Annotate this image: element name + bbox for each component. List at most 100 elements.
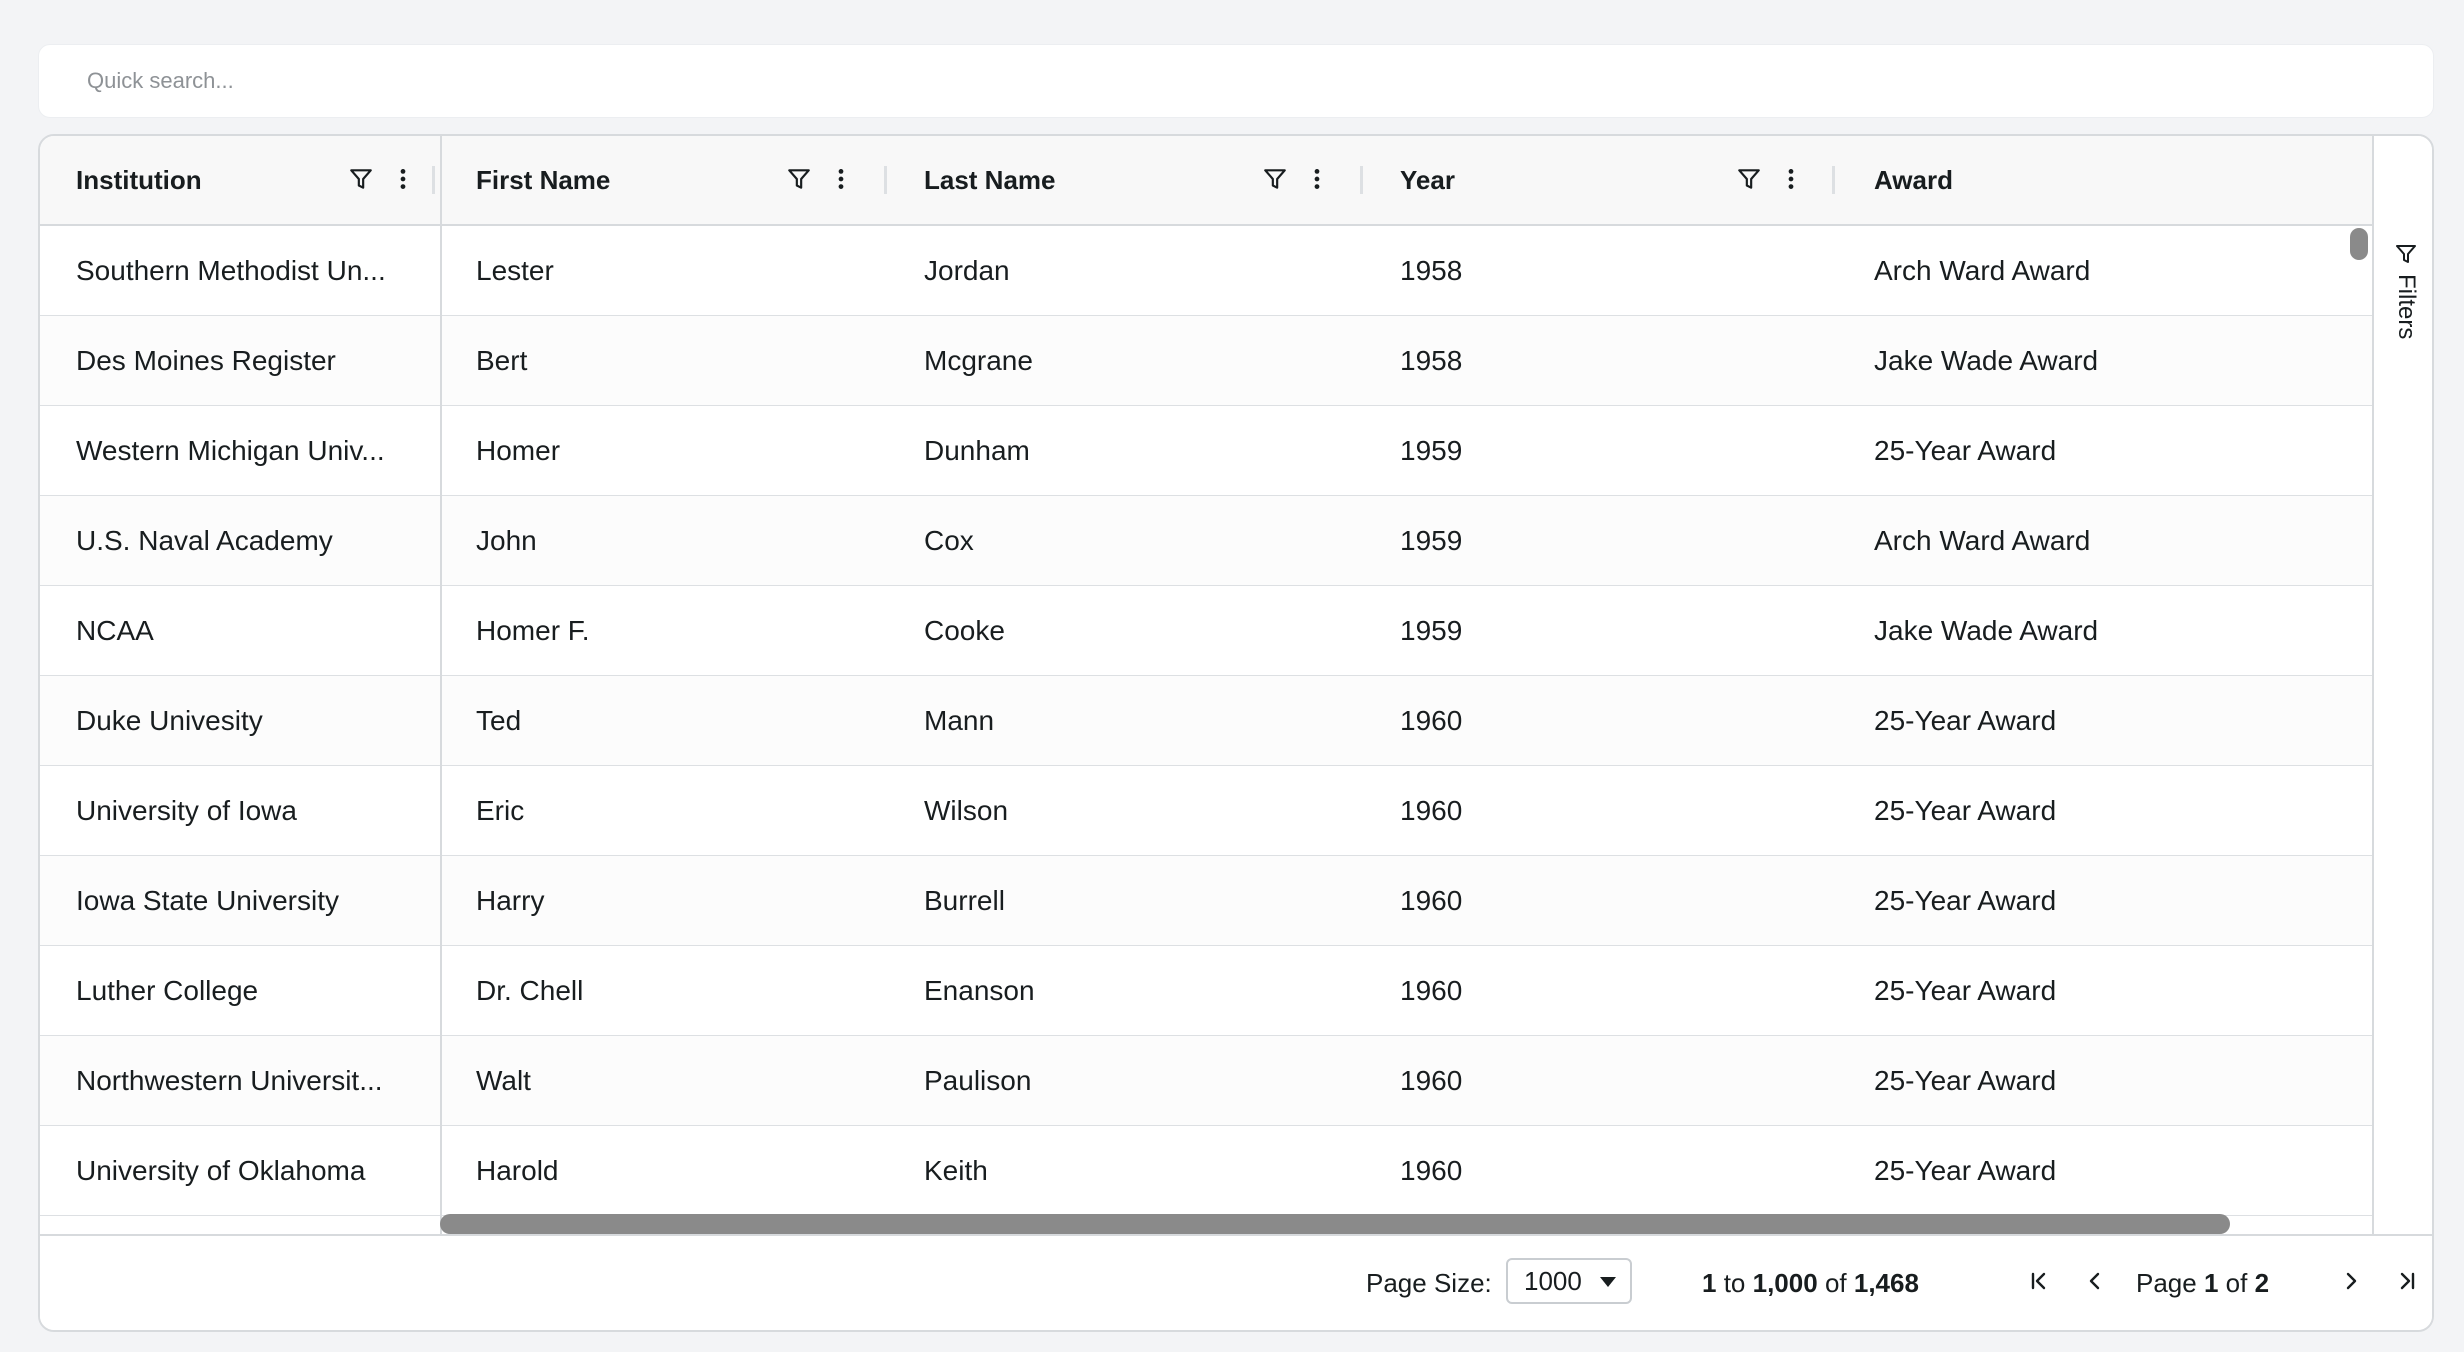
first-page-button[interactable] xyxy=(2024,1266,2054,1296)
cell-last-name[interactable]: Dunham xyxy=(924,406,1364,495)
quick-search-input[interactable] xyxy=(39,45,2433,117)
cell-first-name[interactable]: Homer xyxy=(476,406,896,495)
cell-institution[interactable]: Iowa State University xyxy=(76,856,440,945)
column-menu-icon[interactable] xyxy=(388,164,418,194)
cell-award[interactable]: 25-Year Award xyxy=(1874,856,2334,945)
cell-first-name[interactable]: Bert xyxy=(476,316,896,405)
cell-institution[interactable]: Northwestern Universit... xyxy=(76,1036,440,1125)
range-to: to xyxy=(1723,1268,1746,1298)
table-row[interactable]: Iowa State University Harry Burrell 1960 25-… xyxy=(40,856,2372,946)
next-page-button[interactable] xyxy=(2336,1266,2366,1296)
cell-institution[interactable]: Luther College xyxy=(76,946,440,1035)
caret-down-icon xyxy=(1600,1277,1616,1287)
cell-award[interactable]: Arch Ward Award xyxy=(1874,496,2334,585)
cell-award[interactable]: 25-Year Award xyxy=(1874,1126,2334,1215)
filter-icon[interactable] xyxy=(1734,164,1764,194)
cell-first-name[interactable]: John xyxy=(476,496,896,585)
table-row[interactable]: University of Iowa Eric Wilson 1960 25-Year … xyxy=(40,766,2372,856)
filter-icon[interactable] xyxy=(1260,164,1290,194)
cell-first-name[interactable]: Homer F. xyxy=(476,586,896,675)
cell-award[interactable]: Jake Wade Award xyxy=(1874,316,2334,405)
vertical-scrollbar[interactable] xyxy=(2350,228,2368,260)
column-resize-handle[interactable] xyxy=(1832,166,1835,194)
column-resize-handle[interactable] xyxy=(432,166,435,194)
grid-viewport: Institution First Name Last Name Year Award … xyxy=(40,136,2372,1234)
table-row[interactable]: University of Oklahoma Harold Keith 1960 25-… xyxy=(40,1126,2372,1216)
last-page-button[interactable] xyxy=(2392,1266,2422,1296)
column-menu-icon[interactable] xyxy=(1302,164,1332,194)
cell-last-name[interactable]: Wilson xyxy=(924,766,1364,855)
table-row[interactable]: Duke Univesity Ted Mann 1960 25-Year Award xyxy=(40,676,2372,766)
quick-search-box[interactable] xyxy=(38,44,2434,118)
cell-year[interactable]: 1960 xyxy=(1400,946,1840,1035)
column-header-award[interactable]: Award xyxy=(40,136,2372,224)
cell-year[interactable]: 1960 xyxy=(1400,676,1840,765)
cell-institution[interactable]: Southern Methodist Un... xyxy=(76,226,440,315)
cell-first-name[interactable]: Dr. Chell xyxy=(476,946,896,1035)
table-row[interactable]: Western Michigan Univ... Homer Dunham 1959 2… xyxy=(40,406,2372,496)
cell-institution[interactable]: Duke Univesity xyxy=(76,676,440,765)
table-row[interactable]: U.S. Naval Academy John Cox 1959 Arch Ward A… xyxy=(40,496,2372,586)
cell-award[interactable]: Jake Wade Award xyxy=(1874,586,2334,675)
side-panel: Filters xyxy=(2372,136,2432,1234)
cell-award[interactable]: 25-Year Award xyxy=(1874,766,2334,855)
cell-first-name[interactable]: Harold xyxy=(476,1126,896,1215)
horizontal-scrollbar[interactable] xyxy=(440,1214,2230,1234)
previous-page-button[interactable] xyxy=(2080,1266,2110,1296)
column-resize-handle[interactable] xyxy=(884,166,887,194)
cell-institution[interactable]: University of Oklahoma xyxy=(76,1126,440,1215)
cell-year[interactable]: 1959 xyxy=(1400,406,1840,495)
column-header-year[interactable]: Year xyxy=(40,136,2372,224)
cell-award[interactable]: 25-Year Award xyxy=(1874,676,2334,765)
table-row[interactable]: NCAA Homer F. Cooke 1959 Jake Wade Award xyxy=(40,586,2372,676)
cell-last-name[interactable]: Cooke xyxy=(924,586,1364,675)
column-header-label: First Name xyxy=(476,165,611,195)
cell-last-name[interactable]: Paulison xyxy=(924,1036,1364,1125)
cell-award[interactable]: Arch Ward Award xyxy=(1874,226,2334,315)
cell-year[interactable]: 1960 xyxy=(1400,1126,1840,1215)
cell-last-name[interactable]: Jordan xyxy=(924,226,1364,315)
column-resize-handle[interactable] xyxy=(1360,166,1363,194)
filter-icon[interactable] xyxy=(784,164,814,194)
column-menu-icon[interactable] xyxy=(1776,164,1806,194)
page-size-label: Page Size: xyxy=(1366,1268,1492,1298)
cell-last-name[interactable]: Enanson xyxy=(924,946,1364,1035)
table-row[interactable]: Northwestern Universit... Walt Paulison 196… xyxy=(40,1036,2372,1126)
cell-year[interactable]: 1958 xyxy=(1400,316,1840,405)
cell-first-name[interactable]: Eric xyxy=(476,766,896,855)
filters-panel-button[interactable]: Filters xyxy=(2374,232,2432,352)
cell-institution[interactable]: NCAA xyxy=(76,586,440,675)
cell-first-name[interactable]: Harry xyxy=(476,856,896,945)
cell-year[interactable]: 1958 xyxy=(1400,226,1840,315)
column-header-last-name[interactable]: Last Name xyxy=(40,136,2372,224)
table-row[interactable]: Luther College Dr. Chell Enanson 1960 25-Yea… xyxy=(40,946,2372,1036)
cell-last-name[interactable]: Keith xyxy=(924,1126,1364,1215)
page-size-select[interactable]: 1000 xyxy=(1506,1258,1632,1304)
cell-institution[interactable]: University of Iowa xyxy=(76,766,440,855)
cell-first-name[interactable]: Ted xyxy=(476,676,896,765)
cell-award[interactable]: 25-Year Award xyxy=(1874,1036,2334,1125)
cell-year[interactable]: 1959 xyxy=(1400,586,1840,675)
cell-last-name[interactable]: Burrell xyxy=(924,856,1364,945)
cell-last-name[interactable]: Mann xyxy=(924,676,1364,765)
cell-first-name[interactable]: Walt xyxy=(476,1036,896,1125)
cell-first-name[interactable]: Lester xyxy=(476,226,896,315)
column-header-first-name[interactable]: First Name xyxy=(40,136,2372,224)
table-row[interactable]: Des Moines Register Bert Mcgrane 1958 Jake W… xyxy=(40,316,2372,406)
cell-institution[interactable]: Western Michigan Univ... xyxy=(76,406,440,495)
cell-year[interactable]: 1960 xyxy=(1400,766,1840,855)
cell-year[interactable]: 1960 xyxy=(1400,1036,1840,1125)
column-header-institution[interactable]: Institution xyxy=(40,136,2372,224)
cell-institution[interactable]: U.S. Naval Academy xyxy=(76,496,440,585)
cell-award[interactable]: 25-Year Award xyxy=(1874,406,2334,495)
cell-last-name[interactable]: Cox xyxy=(924,496,1364,585)
column-menu-icon[interactable] xyxy=(826,164,856,194)
table-row[interactable]: Southern Methodist Un... Lester Jordan 1958… xyxy=(40,226,2372,316)
cell-year[interactable]: 1960 xyxy=(1400,856,1840,945)
grid-header: Institution First Name Last Name Year Award xyxy=(40,136,2372,226)
cell-institution[interactable]: Des Moines Register xyxy=(76,316,440,405)
cell-year[interactable]: 1959 xyxy=(1400,496,1840,585)
filter-icon[interactable] xyxy=(346,164,376,194)
cell-last-name[interactable]: Mcgrane xyxy=(924,316,1364,405)
cell-award[interactable]: 25-Year Award xyxy=(1874,946,2334,1035)
